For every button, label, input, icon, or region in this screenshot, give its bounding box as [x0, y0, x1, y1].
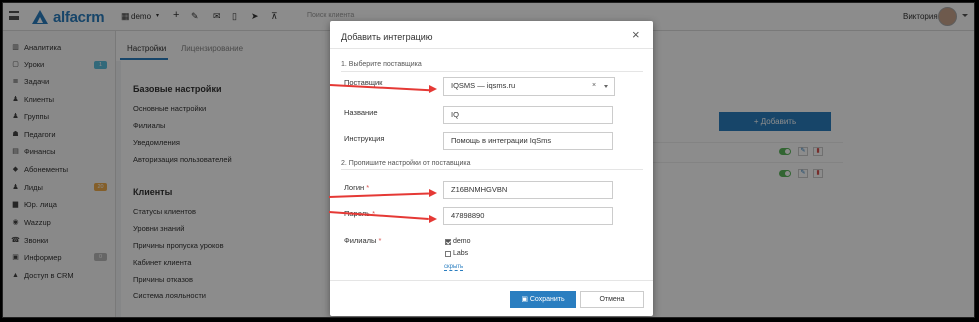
save-button[interactable]: ▣ Сохранить: [510, 291, 576, 308]
password-field[interactable]: 47898890: [443, 207, 613, 225]
login-label: Логин *: [344, 183, 369, 192]
name-label: Название: [344, 108, 378, 117]
clear-icon[interactable]: ×: [592, 82, 596, 89]
checkbox-checked[interactable]: [445, 238, 451, 245]
divider: [341, 169, 643, 170]
instruction-value: Помощь в интеграции IqSms: [451, 136, 552, 145]
chevron-down-icon[interactable]: [604, 85, 608, 88]
branch-checkbox-demo[interactable]: demo: [445, 238, 471, 245]
branch-checkbox-labs[interactable]: Labs: [445, 250, 468, 257]
login-value: Z16BNMHGVBN: [451, 185, 508, 194]
app-window: alfacrm ▦ demo ▾ + ✎ ✉ ▯ ➤ ⊼ Поиск клиен…: [2, 2, 975, 318]
branches-label-text: Филиалы: [344, 236, 377, 245]
branch-label: Labs: [453, 250, 469, 257]
step-1-title: 1. Выберите поставщика: [341, 61, 422, 68]
checkbox[interactable]: [445, 250, 451, 257]
provider-value: IQSMS — iqsms.ru: [451, 81, 516, 90]
close-icon[interactable]: ×: [632, 27, 640, 42]
branch-label: demo: [453, 238, 471, 245]
divider: [341, 71, 643, 72]
modal-title: Добавить интеграцию: [341, 32, 433, 42]
annotation-arrow-head: [429, 189, 437, 197]
required-mark: *: [366, 183, 370, 192]
instruction-label: Инструкция: [344, 134, 385, 143]
add-integration-modal: Добавить интеграцию × 1. Выберите постав…: [330, 21, 653, 316]
branches-label: Филиалы *: [344, 236, 381, 245]
login-field[interactable]: Z16BNMHGVBN: [443, 181, 613, 199]
step-2-title: 2. Пропишите настройки от поставщика: [341, 160, 471, 167]
login-label-text: Логин: [344, 183, 365, 192]
divider: [330, 48, 653, 49]
name-value: IQ: [451, 110, 459, 119]
hide-link[interactable]: скрыть: [444, 264, 464, 271]
instruction-field[interactable]: Помощь в интеграции IqSms: [443, 132, 613, 150]
save-icon: ▣: [521, 296, 530, 303]
password-value: 47898890: [451, 211, 485, 220]
required-mark: *: [378, 236, 382, 245]
annotation-arrow-head: [429, 85, 437, 93]
divider: [330, 280, 653, 281]
provider-select[interactable]: IQSMS — iqsms.ru: [443, 77, 615, 96]
annotation-arrow-head: [429, 215, 437, 223]
name-field[interactable]: IQ: [443, 106, 613, 124]
cancel-button[interactable]: Отмена: [580, 291, 644, 308]
save-label: Сохранить: [529, 296, 565, 303]
